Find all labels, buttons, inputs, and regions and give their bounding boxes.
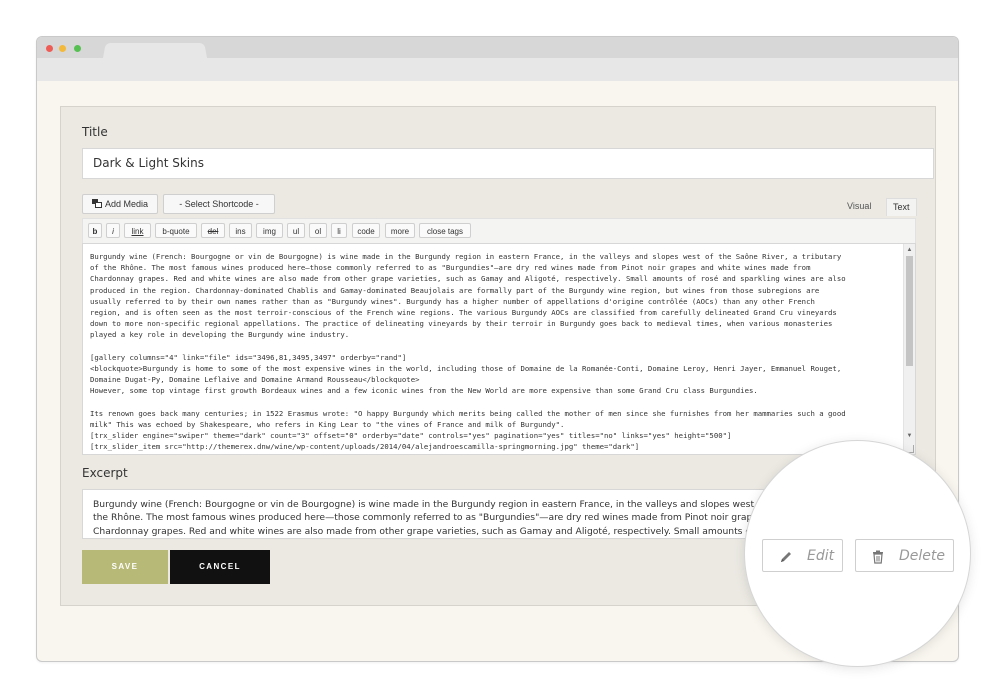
quicktag-li-button[interactable]: li [331,223,347,238]
delete-label: Delete [899,548,945,564]
quicktag-ol-button[interactable]: ol [309,223,327,238]
content-text: Burgundy wine (French: Bourgogne or vin … [90,252,846,452]
trash-icon [873,550,883,564]
quicktag-close-tags-button[interactable]: close tags [419,223,471,238]
cancel-button[interactable]: CANCEL [170,550,270,584]
minimize-window-dot[interactable] [59,45,66,52]
quicktag-bquote-button[interactable]: b-quote [155,223,197,238]
quicktag-img-button[interactable]: img [256,223,283,238]
edit-label: Edit [807,548,835,564]
quicktag-bold-button[interactable]: b [88,223,102,238]
quicktag-ins-button[interactable]: ins [229,223,252,238]
scroll-up-arrow-icon[interactable]: ▲ [906,246,913,254]
excerpt-label: Excerpt [82,466,128,480]
browser-titlebar [37,37,958,58]
quicktag-del-button[interactable]: del [201,223,225,238]
save-button[interactable]: SAVE [82,550,168,584]
quicktags-toolbar: b i link b-quote del ins img ul ol li co… [82,218,916,243]
quicktag-italic-button[interactable]: i [106,223,120,238]
tab-visual[interactable]: Visual [841,198,877,215]
add-media-label: Add Media [104,199,149,209]
quicktag-code-button[interactable]: code [352,223,380,238]
close-window-dot[interactable] [46,45,53,52]
content-scrollbar[interactable]: ▲ ▼ [903,244,915,454]
delete-button[interactable]: Delete [855,539,954,572]
add-media-icon [91,199,102,208]
content-textarea[interactable]: Burgundy wine (French: Bourgogne or vin … [82,243,916,455]
tab-text[interactable]: Text [886,198,917,216]
scroll-thumb[interactable] [906,256,913,366]
scroll-down-arrow-icon[interactable]: ▼ [906,432,913,440]
quicktag-ul-button[interactable]: ul [287,223,305,238]
magnifier-callout: Edit Delete [745,441,970,666]
quicktag-link-button[interactable]: link [124,223,151,238]
edit-button[interactable]: Edit [762,539,843,572]
title-label: Title [82,125,108,139]
maximize-window-dot[interactable] [74,45,81,52]
shortcode-select[interactable]: - Select Shortcode - [163,194,275,214]
browser-tab[interactable] [103,42,207,58]
title-input[interactable]: Dark & Light Skins [82,148,934,179]
browser-toolbar [37,58,958,81]
pencil-icon [781,552,791,562]
add-media-button[interactable]: Add Media [82,194,158,214]
quicktag-more-button[interactable]: more [385,223,415,238]
